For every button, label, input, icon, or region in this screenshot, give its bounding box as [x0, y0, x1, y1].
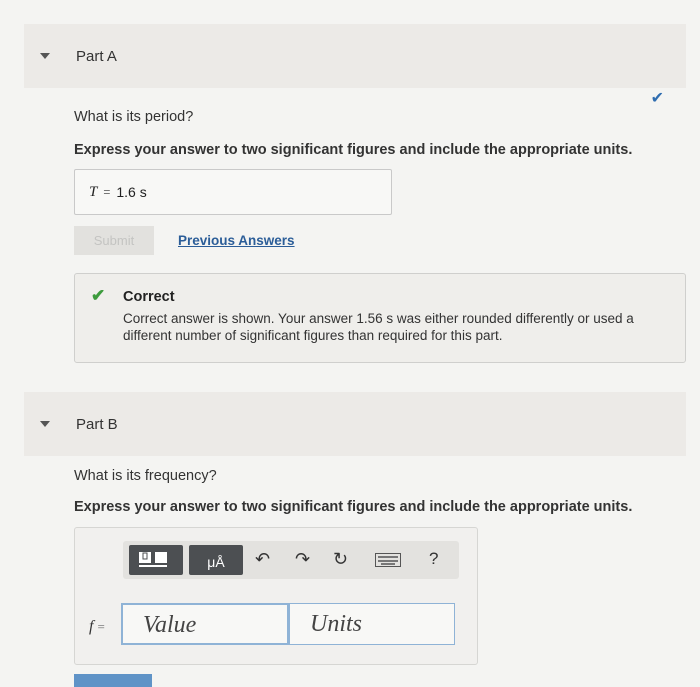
part-a-title: Part A: [76, 47, 117, 65]
caret-down-icon[interactable]: [40, 53, 50, 59]
previous-answers-link[interactable]: Previous Answers: [178, 233, 295, 248]
check-icon: ✔: [650, 90, 664, 107]
help-icon[interactable]: ?: [429, 549, 438, 569]
units-button[interactable]: μÅ: [189, 545, 243, 575]
value-input[interactable]: Value: [121, 603, 289, 645]
submit-button-partial[interactable]: [74, 674, 152, 687]
part-b-header[interactable]: Part B: [24, 392, 686, 456]
feedback-body: Correct answer is shown. Your answer 1.5…: [123, 311, 634, 343]
units-input[interactable]: Units: [289, 603, 455, 645]
templates-icon: [139, 552, 167, 567]
submit-button[interactable]: Submit: [74, 226, 154, 255]
equals-sign: =: [103, 185, 111, 199]
correct-check-icon: ✔: [91, 286, 106, 305]
part-b-title: Part B: [76, 415, 118, 433]
caret-down-icon[interactable]: [40, 421, 50, 427]
answer-value: 1.6 s: [116, 184, 147, 200]
redo-icon[interactable]: ↷: [295, 549, 310, 570]
part-b-instruction: Express your answer to two significant f…: [74, 499, 633, 515]
feedback-box: ✔ Correct Correct answer is shown. Your …: [74, 273, 686, 363]
part-a-header[interactable]: Part A: [24, 24, 686, 88]
part-a-answer: T = 1.6 s: [74, 169, 392, 215]
feedback-title: Correct: [123, 289, 175, 305]
templates-button[interactable]: [129, 545, 183, 575]
undo-icon[interactable]: ↶: [255, 549, 270, 570]
reset-icon[interactable]: ↻: [333, 549, 348, 570]
answer-editor: μÅ ↶ ↷ ↻ ? f = Value Units: [74, 527, 478, 665]
keyboard-icon[interactable]: [375, 553, 401, 567]
answer-variable: T: [89, 183, 98, 200]
math-toolbar: μÅ ↶ ↷ ↻ ?: [123, 541, 459, 579]
part-b-question: What is its frequency?: [74, 468, 217, 484]
part-a-question: What is its period?: [74, 109, 194, 125]
part-a-instruction: Express your answer to two significant f…: [74, 142, 633, 158]
frequency-variable-label: f =: [89, 618, 105, 635]
